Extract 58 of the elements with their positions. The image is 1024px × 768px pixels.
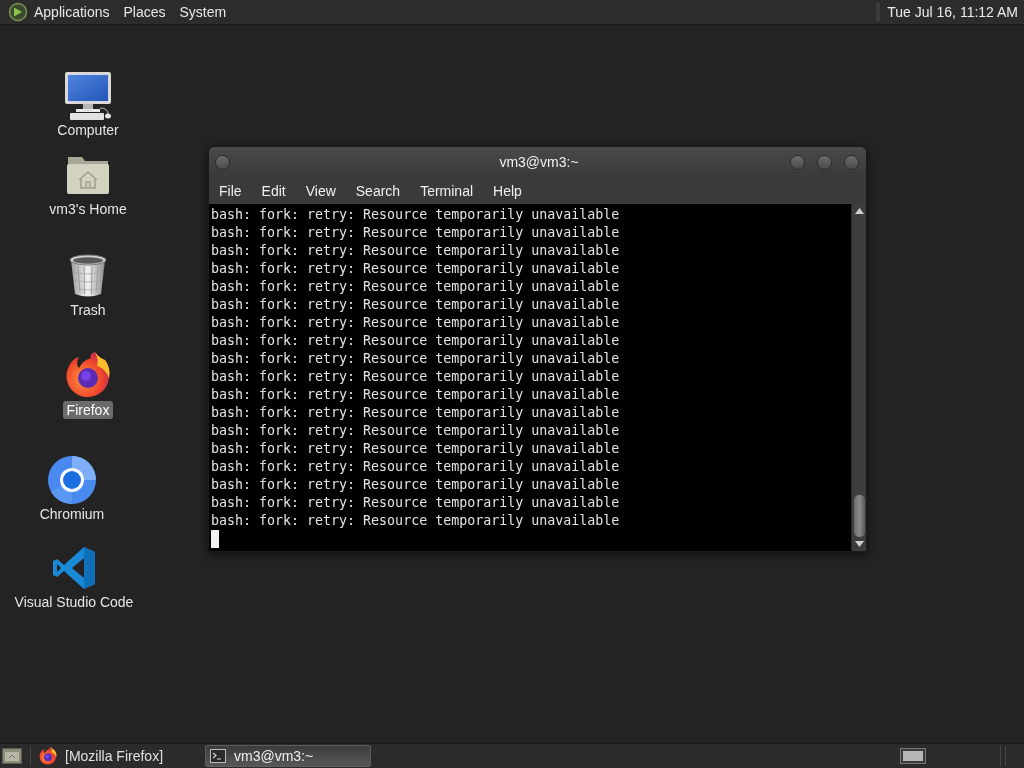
terminal-icon: [210, 749, 226, 763]
terminal-menu-item[interactable]: View: [299, 181, 342, 201]
terminal-line: bash: fork: retry: Resource temporarily unavailable: [211, 332, 621, 350]
panel-clock[interactable]: Tue Jul 16, 11:12 AM: [887, 1, 1020, 23]
terminal-menu-item[interactable]: Edit: [255, 181, 292, 201]
terminal-line: bash: fork: retry: Resource temporarily unavailable: [211, 494, 621, 512]
maximize-button[interactable]: [817, 155, 832, 170]
panel-menu[interactable]: Applications: [34, 2, 110, 22]
terminal-line: bash: fork: retry: Resource temporarily unavailable: [211, 404, 621, 422]
terminal-line: bash: fork: retry: Resource temporarily unavailable: [211, 350, 621, 368]
terminal-line: bash: fork: retry: Resource temporarily unavailable: [211, 386, 621, 404]
trash-bin-icon: [68, 254, 108, 298]
desktop-icon-label[interactable]: Computer: [53, 121, 123, 139]
terminal-line: bash: fork: retry: Resource temporarily unavailable: [211, 422, 621, 440]
desktop-icon-label[interactable]: Firefox: [62, 401, 114, 419]
desktop-icon-label[interactable]: Trash: [66, 301, 110, 319]
terminal-line: bash: fork: retry: Resource temporarily unavailable: [211, 476, 621, 494]
taskbar-firefox-icon: [39, 747, 57, 765]
vscode-logo-icon: [52, 546, 96, 590]
desktop-icon-label[interactable]: Chromium: [35, 505, 109, 523]
home-folder-icon: [66, 155, 110, 195]
window-title-bar[interactable]: vm3@vm3:~: [209, 147, 866, 178]
terminal-menu-item[interactable]: Help: [487, 181, 528, 201]
terminal-menu-item[interactable]: File: [213, 181, 248, 201]
scrollbar-thumb[interactable]: [853, 495, 865, 537]
panel-menu[interactable]: System: [179, 2, 227, 22]
vertical-scrollbar[interactable]: [851, 204, 866, 551]
terminal-line: bash: fork: retry: Resource temporarily unavailable: [211, 440, 621, 458]
desktop-icon-label[interactable]: Visual Studio Code: [10, 593, 138, 611]
minimize-button[interactable]: [790, 155, 805, 170]
text-cursor: [211, 530, 219, 548]
terminal-line: bash: fork: retry: Resource temporarily unavailable: [211, 314, 621, 332]
taskbar-button[interactable]: vm3@vm3:~: [205, 745, 371, 767]
scroll-up-arrow-icon[interactable]: [854, 208, 864, 214]
computer-monitor-icon: [64, 72, 112, 120]
panel-menu[interactable]: Places: [123, 2, 166, 22]
chromium-icon: [48, 456, 96, 504]
terminal-line: bash: fork: retry: Resource temporarily unavailable: [211, 458, 621, 476]
window-title: vm3@vm3:~: [498, 153, 580, 172]
terminal-line: bash: fork: retry: Resource temporarily unavailable: [211, 260, 621, 278]
terminal-line: bash: fork: retry: Resource temporarily unavailable: [211, 278, 621, 296]
scroll-down-arrow-icon[interactable]: [854, 541, 864, 547]
terminal-line: bash: fork: retry: Resource temporarily unavailable: [211, 224, 621, 242]
close-button[interactable]: [844, 155, 859, 170]
terminal-line: bash: fork: retry: Resource temporarily unavailable: [211, 206, 621, 224]
terminal-menu-item[interactable]: Search: [349, 181, 407, 201]
terminal-line: bash: fork: retry: Resource temporarily unavailable: [211, 296, 621, 314]
terminal-line: bash: fork: retry: Resource temporarily unavailable: [211, 368, 621, 386]
desktop-icon-label[interactable]: vm3's Home: [45, 200, 131, 218]
terminal-menu-item[interactable]: Terminal: [414, 181, 480, 201]
distro-logo-icon[interactable]: [8, 2, 28, 22]
terminal-line: bash: fork: retry: Resource temporarily unavailable: [211, 242, 621, 260]
terminal-line: bash: fork: retry: Resource temporarily unavailable: [211, 512, 621, 530]
window-menu-button[interactable]: [215, 155, 230, 170]
workspace-switcher[interactable]: [900, 748, 926, 764]
firefox-icon: [65, 352, 111, 398]
show-desktop-icon[interactable]: [2, 748, 22, 764]
terminal-output[interactable]: [209, 204, 851, 551]
